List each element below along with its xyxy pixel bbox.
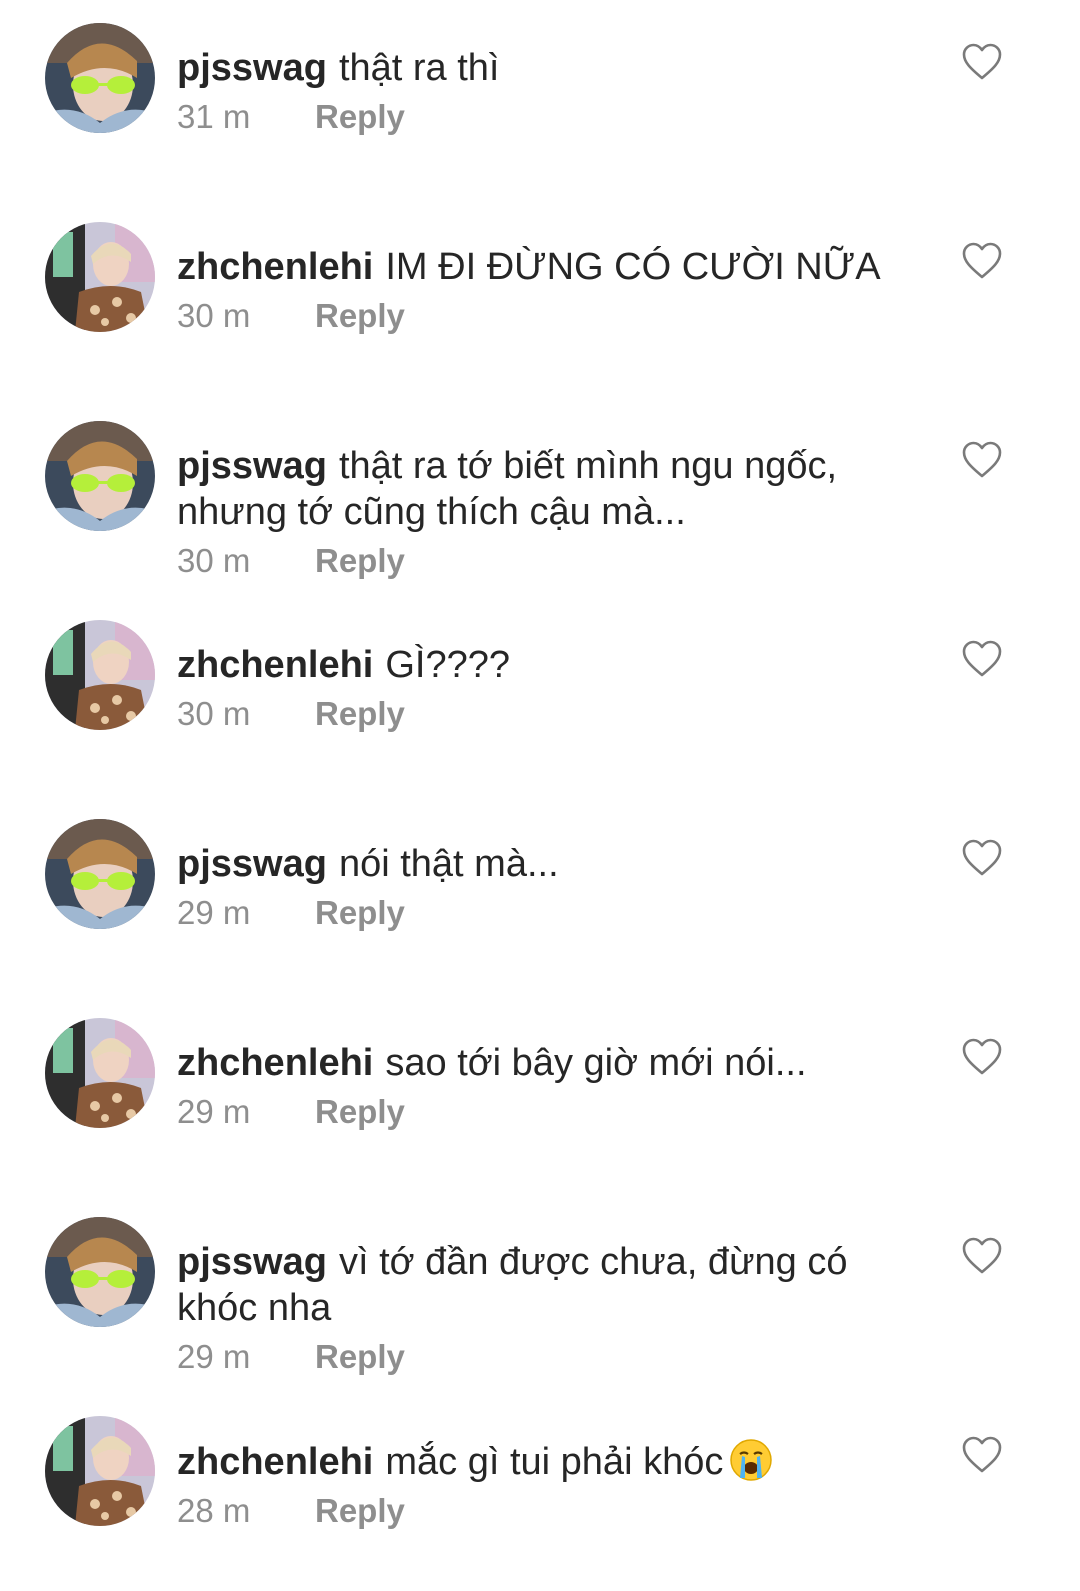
comment-message: IM ĐI ĐỪNG CÓ CƯỜI NỮA [385, 246, 881, 288]
reply-button[interactable]: Reply [315, 1093, 405, 1130]
comment-time: 29 m [177, 894, 251, 931]
comment-time: 31 m [177, 98, 251, 135]
reply-button[interactable]: Reply [315, 1338, 405, 1375]
comment-text: zhchenlehi sao tới bây giờ mới nói... [177, 1040, 937, 1086]
comment-time: 28 m [177, 1492, 251, 1529]
heart-outline-icon[interactable] [962, 1237, 1002, 1275]
comment-time: 30 m [177, 542, 251, 579]
username[interactable]: pjsswag [177, 445, 327, 487]
comment-message: mắc gì tui phải khóc [385, 1441, 724, 1483]
comment-message: GÌ???? [385, 644, 511, 686]
reply-button[interactable]: Reply [315, 297, 405, 334]
heart-outline-icon[interactable] [962, 242, 1002, 280]
comment-list: pjsswag thật ra thì 31 m Reply zhchenlehi I… [0, 0, 1080, 1591]
username[interactable]: zhchenlehi [177, 1441, 373, 1483]
comment-text: zhchenlehi GÌ???? [177, 642, 937, 688]
avatar[interactable] [45, 620, 155, 730]
heart-outline-icon[interactable] [962, 640, 1002, 678]
comment-text: zhchenlehi mắc gì tui phải khóc [177, 1438, 937, 1485]
heart-outline-icon[interactable] [962, 1436, 1002, 1474]
comment-time: 29 m [177, 1338, 251, 1375]
avatar[interactable] [45, 1217, 155, 1327]
reply-button[interactable]: Reply [315, 542, 405, 579]
comment-text: pjsswag thật ra tớ biết mình ngu ngốc, nh… [177, 443, 937, 535]
avatar[interactable] [45, 222, 155, 332]
avatar[interactable] [45, 1018, 155, 1128]
avatar[interactable] [45, 421, 155, 531]
comment-message: sao tới bây giờ mới nói... [385, 1042, 807, 1084]
avatar[interactable] [45, 1416, 155, 1526]
comment-text: pjsswag nói thật mà... [177, 841, 937, 887]
comment-text: zhchenlehi IM ĐI ĐỪNG CÓ CƯỜI NỮA [177, 244, 937, 290]
comment-text: pjsswag vì tớ đần được chưa, đừng có khóc… [177, 1239, 937, 1331]
comment-message: thật ra thì [338, 47, 500, 89]
reply-button[interactable]: Reply [315, 1492, 405, 1529]
heart-outline-icon[interactable] [962, 1038, 1002, 1076]
reply-button[interactable]: Reply [315, 695, 405, 732]
avatar[interactable] [45, 23, 155, 133]
username[interactable]: pjsswag [177, 1241, 327, 1283]
reply-button[interactable]: Reply [315, 894, 405, 931]
username[interactable]: zhchenlehi [177, 644, 373, 686]
heart-outline-icon[interactable] [962, 441, 1002, 479]
comment-time: 29 m [177, 1093, 251, 1130]
crying-face-emoji-icon [729, 1438, 773, 1482]
comment-time: 30 m [177, 297, 251, 334]
username[interactable]: pjsswag [177, 47, 327, 89]
reply-button[interactable]: Reply [315, 98, 405, 135]
username[interactable]: zhchenlehi [177, 246, 373, 288]
comment-text: pjsswag thật ra thì [177, 45, 937, 91]
avatar[interactable] [45, 819, 155, 929]
heart-outline-icon[interactable] [962, 43, 1002, 81]
username[interactable]: zhchenlehi [177, 1042, 373, 1084]
username[interactable]: pjsswag [177, 843, 327, 885]
heart-outline-icon[interactable] [962, 839, 1002, 877]
comment-time: 30 m [177, 695, 251, 732]
comment-message: nói thật mà... [338, 843, 559, 885]
